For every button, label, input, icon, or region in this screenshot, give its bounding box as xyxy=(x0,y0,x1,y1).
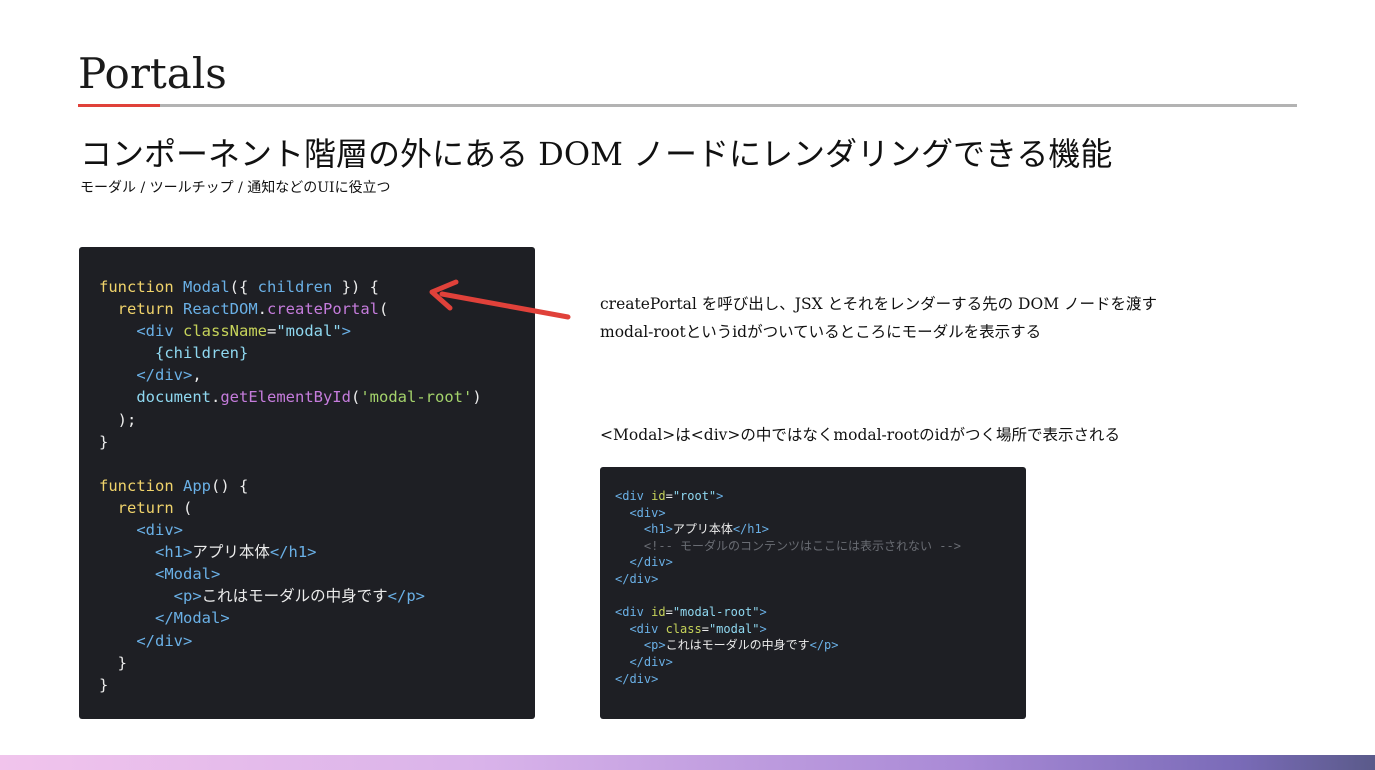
code-line: } xyxy=(117,653,128,672)
code-line: <h1>アプリ本体</h1> xyxy=(155,543,317,562)
code-line: } xyxy=(99,432,109,451)
code-line: } xyxy=(99,675,109,694)
code-line: <p>これはモーダルの中身です</p> xyxy=(643,638,839,653)
code-line: document.getElementById('modal-root') xyxy=(136,388,482,407)
slide-title: Portals xyxy=(78,49,227,98)
footer-gradient-bar xyxy=(0,755,1375,770)
code-line: <div id="root"> xyxy=(615,489,724,503)
code-line: {children} xyxy=(155,344,249,363)
code-line: <Modal> xyxy=(155,565,221,584)
code-line: ); xyxy=(117,410,137,429)
code-line: </div> xyxy=(136,631,193,650)
code-line: <div class="modal"> xyxy=(629,621,767,636)
slide-subtitle: コンポーネント階層の外にある DOM ノードにレンダリングできる機能 xyxy=(80,135,1113,173)
code-line: function App() { xyxy=(99,476,249,495)
code-line: </div> xyxy=(615,571,659,586)
title-rule-accent xyxy=(78,104,160,107)
code-line: return ( xyxy=(117,498,193,517)
title-rule xyxy=(78,104,1297,107)
code-line: </div> xyxy=(615,671,659,686)
code-line: <h1>アプリ本体</h1> xyxy=(643,522,769,537)
note-line-1: createPortal を呼び出し、JSX とそれをレンダーする先の DOM … xyxy=(600,295,1157,313)
red-arrow-icon xyxy=(429,279,571,320)
code-line: </div>, xyxy=(136,366,202,385)
note-line-3: <Modal>は<div>の中ではなくmodal-rootのidがつく場所で表示… xyxy=(600,426,1120,444)
code-line: </div> xyxy=(629,555,673,570)
code-line: </div> xyxy=(629,654,673,669)
code-line: <div> xyxy=(629,505,666,520)
code-line: <!-- モーダルのコンテンツはここには表示されない --> xyxy=(643,538,961,553)
code-line: <div id="modal-root"> xyxy=(615,605,767,620)
code-line: <div> xyxy=(136,521,183,540)
code-line: <p>これはモーダルの中身です</p> xyxy=(173,587,425,606)
note-line-2: modal-rootというidがついているところにモーダルを表示する xyxy=(600,323,1042,341)
code-line: </Modal> xyxy=(155,609,230,628)
explanation-text: createPortal を呼び出し、JSX とそれをレンダーする先の DOM … xyxy=(600,290,1157,346)
slide-caption: モーダル / ツールチップ / 通知などのUIに役立つ xyxy=(80,180,391,196)
code-block-dom: <div id="root"> <div> <h1>アプリ本体</h1> <!-… xyxy=(600,467,1026,719)
